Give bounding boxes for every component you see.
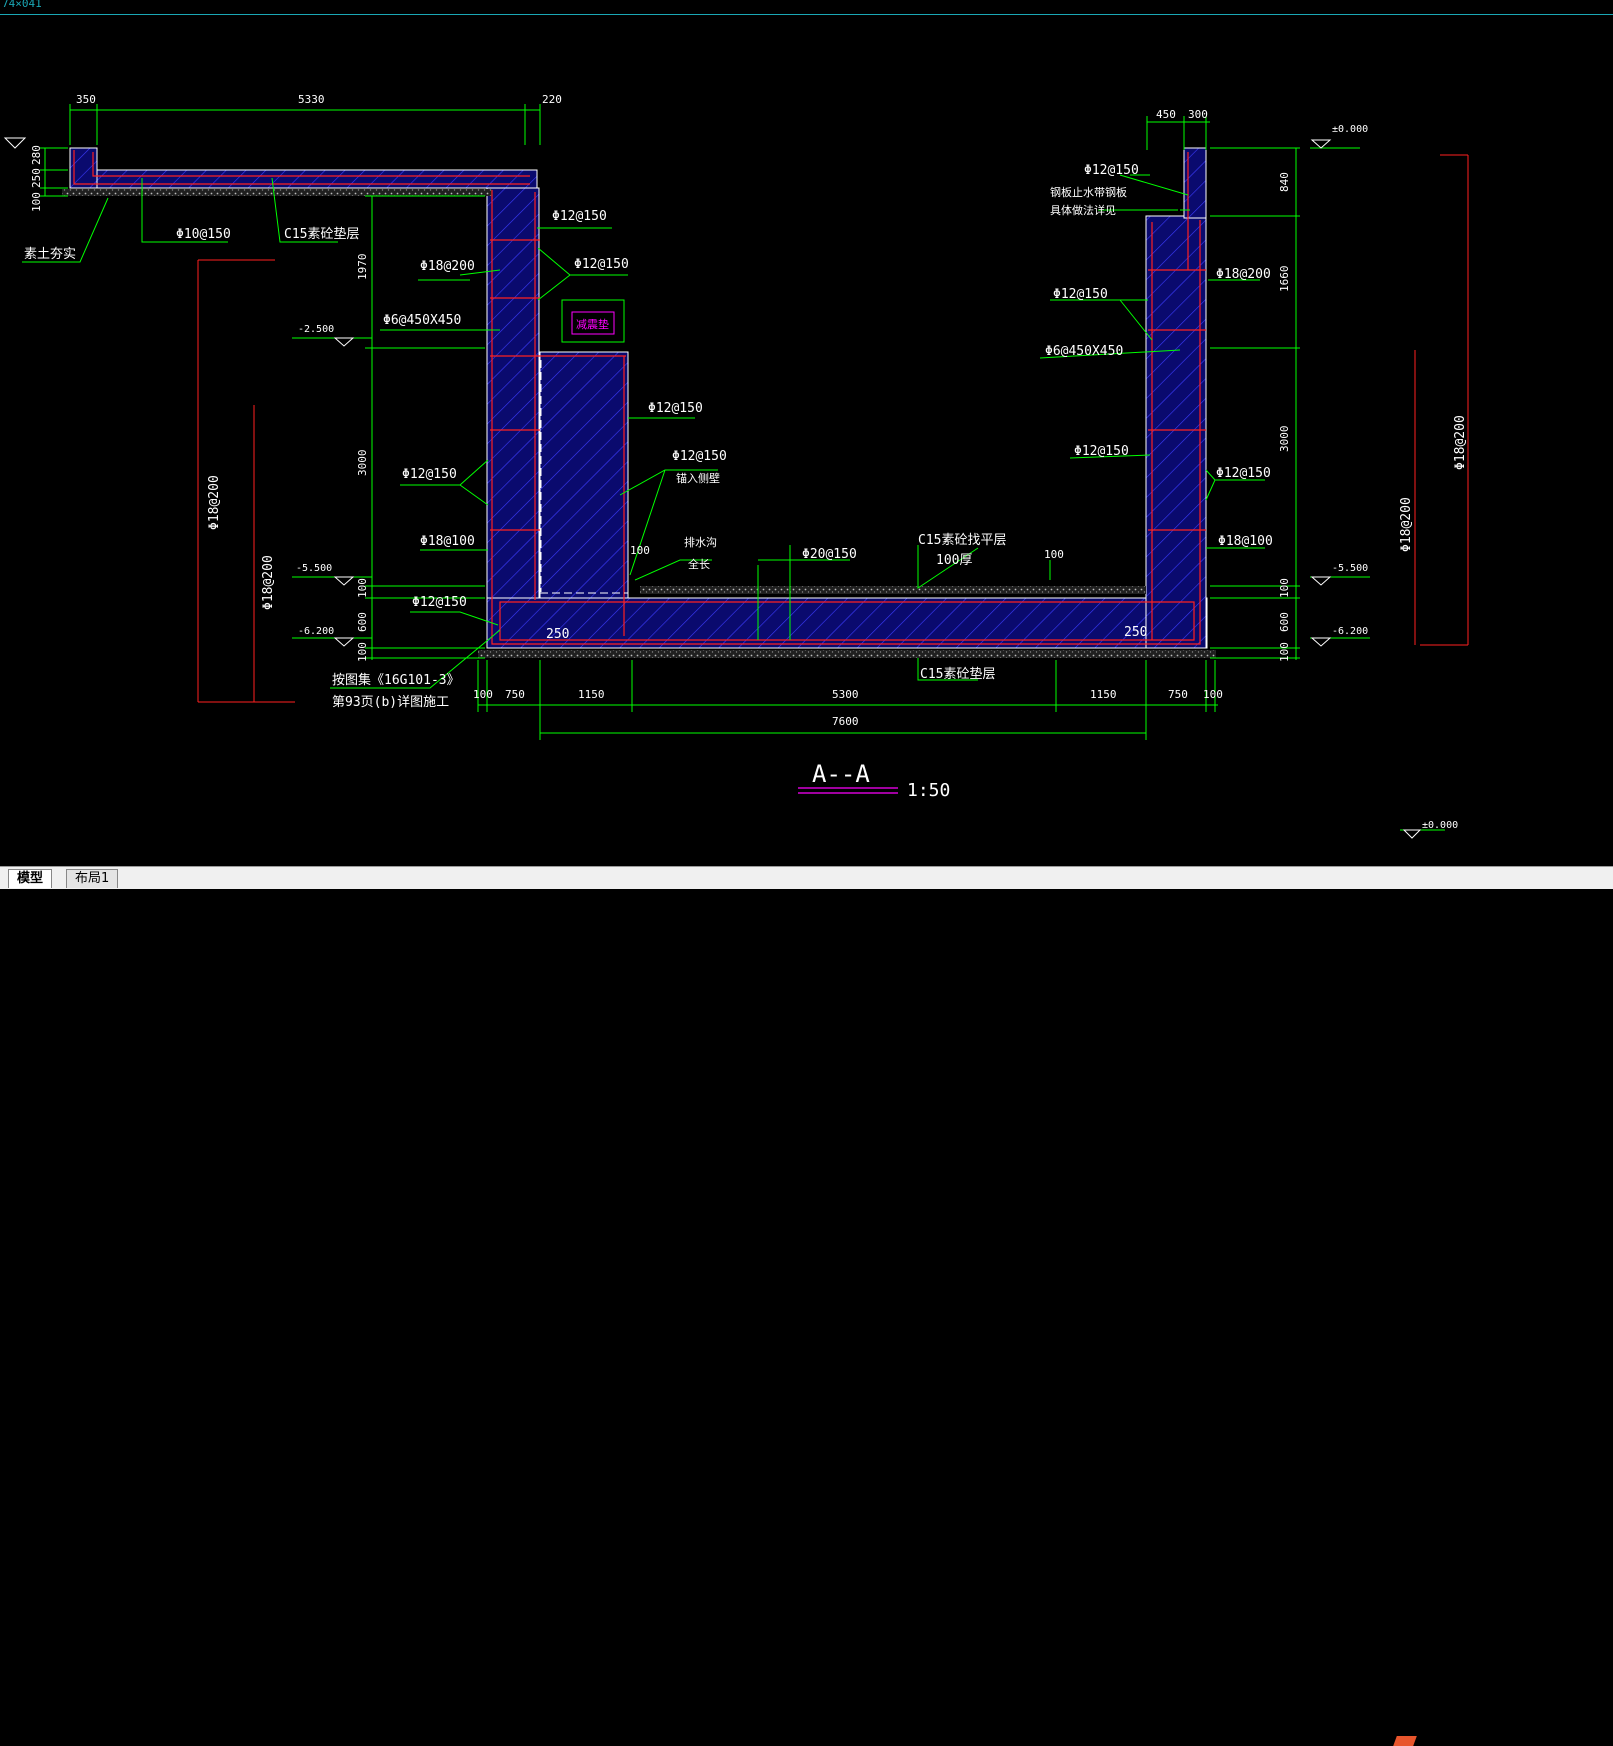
dim-lv-5: 100 — [356, 578, 369, 598]
label-drain: 排水沟 — [684, 535, 717, 549]
label-c15-bottom: C15素砼垫层 — [920, 666, 995, 682]
dim-bottom-2: 1150 — [578, 688, 605, 701]
label-anchor: 锚入侧壁 — [676, 471, 720, 485]
label-note2: 第93页(b)详图施工 — [332, 695, 449, 710]
label-r-phi18-100: Φ18@100 — [1218, 534, 1273, 549]
section-title: A--A — [812, 760, 870, 788]
label-r-note2: 具体做法详见 — [1050, 203, 1116, 217]
rebar-lines — [73, 150, 1206, 645]
label-phi6: Φ6@450X450 — [383, 313, 461, 328]
dim-bottom-1: 750 — [505, 688, 525, 701]
dim-top-right-1: 300 — [1188, 108, 1208, 121]
label-num-250-l: 250 — [546, 627, 569, 642]
label-r-phi18-200: Φ18@200 — [1216, 267, 1271, 282]
elev-2500: -2.500 — [298, 324, 334, 335]
label-num-250-r: 250 — [1124, 625, 1147, 640]
concrete-structure — [69, 147, 1208, 649]
label-pit: 减震垫 — [576, 317, 609, 331]
tab-layout1[interactable]: 布局1 — [66, 869, 119, 888]
dim-lv-3: 1970 — [356, 254, 369, 281]
dim-bottom-0: 100 — [473, 688, 493, 701]
elevation-labels: -2.500 -5.500 -6.200 ±0.000 -5.500 -6.20… — [296, 124, 1458, 831]
label-note1: 按图集《16G101-3》 — [332, 672, 460, 688]
label-r-note1: 钢板止水带钢板 — [1050, 185, 1127, 199]
label-phi12-c: Φ12@150 — [648, 401, 703, 416]
label-phi18-100: Φ18@100 — [420, 534, 475, 549]
title-underline — [798, 787, 898, 794]
section-scale: 1:50 — [907, 780, 950, 801]
dim-bottom-3: 5300 — [832, 688, 859, 701]
label-big-right-2: Φ18@200 — [1399, 497, 1414, 552]
dim-top-right-0: 450 — [1156, 108, 1176, 121]
tab-model[interactable]: 模型 — [8, 869, 53, 888]
label-num-100-b: 100 — [1044, 548, 1064, 561]
cushion-layers — [62, 189, 1216, 658]
label-r-phi12-a: Φ12@150 — [1084, 163, 1139, 178]
dim-lv-2: 100 — [30, 192, 43, 212]
dim-rv-4: 600 — [1278, 612, 1291, 632]
label-phi10: Φ10@150 — [176, 227, 231, 242]
elev-5500-r: -5.500 — [1332, 563, 1368, 574]
label-phi18-200: Φ18@200 — [420, 259, 475, 274]
label-phi12-a: Φ12@150 — [552, 209, 607, 224]
annotation-text: A--A 1:50 350 5330 220 450 300 100 750 1… — [24, 93, 1468, 831]
layout-tabs: 模型 布局1 — [0, 866, 1613, 1746]
dim-bottom-4: 1150 — [1090, 688, 1117, 701]
label-thick100: 100厚 — [936, 553, 972, 568]
dim-bottom-6: 100 — [1203, 688, 1223, 701]
label-phi12-e: Φ12@150 — [402, 467, 457, 482]
label-c15-cushion: C15素砼垫层 — [284, 226, 359, 242]
label-big-left-2: Φ18@200 — [261, 555, 276, 610]
elev-6200-r: -6.200 — [1332, 626, 1368, 637]
dim-top-0: 350 — [76, 93, 96, 106]
dim-top-2: 220 — [542, 93, 562, 106]
label-r-phi12-d: Φ12@150 — [1216, 466, 1271, 481]
cad-drawing[interactable]: A--A 1:50 350 5330 220 450 300 100 750 1… — [0, 0, 1613, 866]
elev-zero-bottom: ±0.000 — [1422, 820, 1458, 831]
label-phi12-b: Φ12@150 — [574, 257, 629, 272]
dim-lv-6: 600 — [356, 612, 369, 632]
right-vertical-dims: 840 1660 3000 100 600 100 — [1278, 172, 1291, 662]
dim-lv-0: 280 — [30, 145, 43, 165]
label-big-left-1: Φ18@200 — [207, 475, 222, 530]
label-phi12-d: Φ12@150 — [672, 449, 727, 464]
label-r-phi6: Φ6@450X450 — [1045, 344, 1123, 359]
label-big-right-1: Φ18@200 — [1453, 415, 1468, 470]
label-r-phi12-c: Φ12@150 — [1074, 444, 1129, 459]
dim-rv-3: 100 — [1278, 578, 1291, 598]
label-soil: 素土夯实 — [24, 247, 76, 262]
dim-lv-4: 3000 — [356, 450, 369, 477]
label-num-100-a: 100 — [630, 544, 650, 557]
dim-top-1: 5330 — [298, 93, 325, 106]
label-phi20: Φ20@150 — [802, 547, 857, 562]
dim-bottom-5: 750 — [1168, 688, 1188, 701]
label-phi12-f: Φ12@150 — [412, 595, 467, 610]
dim-rv-2: 3000 — [1278, 426, 1291, 453]
left-vertical-dims: 280 250 100 1970 3000 100 600 100 — [30, 145, 369, 662]
dim-rv-0: 840 — [1278, 172, 1291, 192]
label-r-phi12-b: Φ12@150 — [1053, 287, 1108, 302]
elev-6200-l: -6.200 — [298, 626, 334, 637]
dim-rv-1: 1660 — [1278, 266, 1291, 293]
dim-lv-1: 250 — [30, 168, 43, 188]
label-c15-leveling: C15素砼找平层 — [918, 533, 1006, 548]
dim-total: 7600 — [832, 715, 859, 728]
label-drain2: 全长 — [688, 557, 710, 571]
dim-rv-5: 100 — [1278, 642, 1291, 662]
corner-tag — [1393, 1736, 1417, 1746]
elev-5500-l: -5.500 — [296, 563, 332, 574]
elev-zero-r: ±0.000 — [1332, 124, 1368, 135]
dim-lv-7: 100 — [356, 642, 369, 662]
